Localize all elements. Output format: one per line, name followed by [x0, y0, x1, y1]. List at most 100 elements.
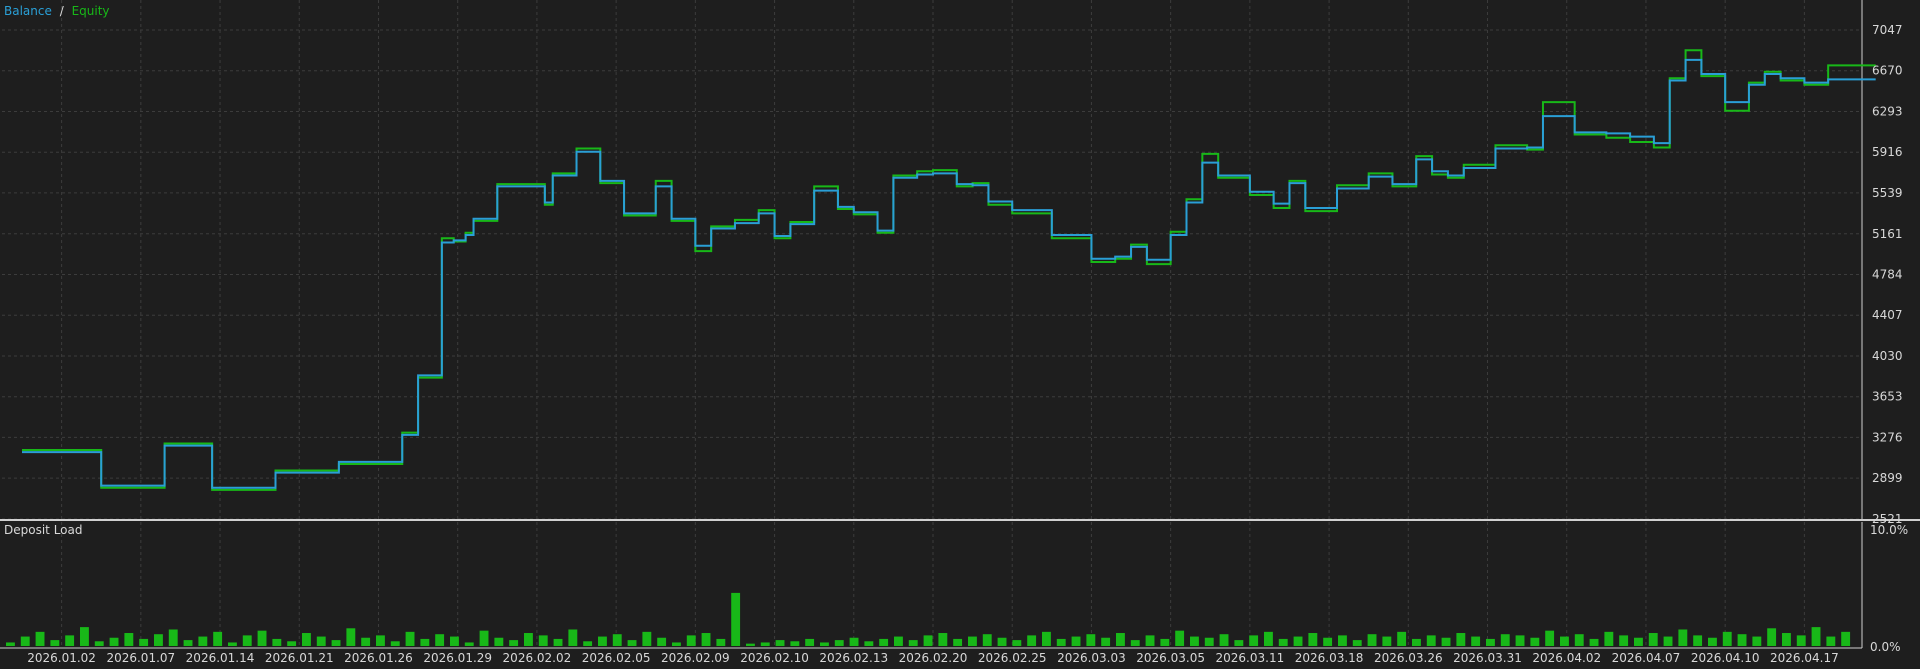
- deposit-load-bar: [997, 637, 1007, 646]
- deposit-load-bar: [316, 636, 326, 646]
- deposit-load-bar: [849, 637, 859, 646]
- deposit-load-bar: [1219, 634, 1229, 646]
- x-tick-label: 2026.01.21: [265, 651, 334, 665]
- deposit-load-bar: [1708, 637, 1717, 646]
- y-tick-label: 3276: [1872, 430, 1903, 444]
- x-tick-label: 2026.03.18: [1295, 651, 1364, 665]
- deposit-load-bar: [1027, 635, 1037, 646]
- deposit-load-bar: [361, 637, 371, 646]
- y-tick-label: 7047: [1872, 23, 1903, 37]
- deposit-load-bar: [598, 636, 607, 646]
- deposit-load-bar: [1722, 631, 1732, 646]
- legend-separator: /: [60, 4, 65, 18]
- y-tick-label: 5161: [1872, 227, 1903, 241]
- deposit-load-bar: [568, 629, 578, 646]
- deposit-load-bar: [154, 634, 163, 646]
- deposit-load-bar: [6, 642, 15, 646]
- deposit-load-bar: [1648, 633, 1658, 646]
- x-tick-label: 2026.02.10: [740, 651, 809, 665]
- deposit-load-bar: [1160, 638, 1170, 646]
- deposit-load-bar: [1323, 637, 1333, 646]
- deposit-load-bar: [1796, 635, 1806, 646]
- deposit-load-bar: [139, 638, 149, 646]
- deposit-load-bar: [953, 638, 963, 646]
- deposit-load-bar: [287, 641, 297, 646]
- deposit-load-bar: [982, 634, 992, 646]
- x-tick-label: 2026.01.29: [423, 651, 492, 665]
- deposit-load-bar: [1086, 634, 1096, 646]
- deposit-load-bar: [35, 631, 45, 646]
- deposit-load-bar: [1293, 636, 1303, 646]
- deposit-load-bar: [65, 635, 75, 646]
- deposit-load-bar: [627, 640, 637, 646]
- deposit-load-bar: [168, 629, 178, 646]
- deposit-load-bar: [923, 635, 933, 646]
- deposit-load-bar: [94, 641, 104, 646]
- deposit-load-bar: [834, 640, 844, 646]
- deposit-load-bar: [746, 643, 755, 646]
- deposit-load-bar: [1204, 637, 1214, 646]
- deposit-load-bar: [1012, 640, 1022, 646]
- deposit-load-bar: [1101, 637, 1111, 646]
- x-tick-label: 2026.01.26: [344, 651, 413, 665]
- deposit-load-bar: [1767, 628, 1777, 646]
- deposit-load-bar: [538, 635, 548, 646]
- deposit-load-bar: [1811, 627, 1821, 646]
- deposit-load-bar: [1056, 638, 1066, 646]
- deposit-load-bar: [820, 642, 829, 646]
- deposit-load-bar: [1737, 634, 1747, 646]
- y-tick-label: 3653: [1872, 390, 1903, 404]
- deposit-load-bar: [1782, 633, 1791, 646]
- x-tick-label: 2026.02.09: [661, 651, 730, 665]
- deposit-load-bar: [1042, 631, 1051, 646]
- deposit-load-bar: [183, 640, 193, 646]
- deposit-load-bar: [686, 635, 696, 646]
- deposit-load-bar: [894, 636, 903, 646]
- deposit-load-bar: [1234, 640, 1244, 646]
- deposit-load-bar: [346, 628, 356, 646]
- deposit-load-bar: [1367, 634, 1377, 646]
- deposit-load-bar: [1471, 636, 1481, 646]
- deposit-load-bar: [509, 640, 519, 646]
- deposit-load-bar: [908, 640, 918, 646]
- y-tick-label: 4030: [1872, 349, 1903, 363]
- y-tick-label: 6293: [1872, 104, 1903, 118]
- deposit-load-bar: [553, 638, 563, 646]
- deposit-load-bar: [257, 630, 267, 646]
- x-tick-label: 2026.03.03: [1057, 651, 1126, 665]
- deposit-load-bar: [731, 592, 741, 646]
- x-tick-label: 2026.01.14: [186, 651, 255, 665]
- deposit-load-bar: [1071, 636, 1081, 646]
- x-tick-label: 2026.04.02: [1532, 651, 1601, 665]
- y-tick-label: 2899: [1872, 471, 1903, 485]
- x-tick-label: 2026.01.02: [27, 651, 96, 665]
- deposit-load-bar: [1264, 631, 1273, 646]
- x-tick-label: 2026.02.13: [819, 651, 888, 665]
- deposit-load-bar: [642, 631, 652, 646]
- x-tick-label: 2026.03.26: [1374, 651, 1443, 665]
- deposit-load-bar: [775, 640, 785, 646]
- deposit-load-bar: [938, 633, 948, 646]
- deposit-load-bar: [331, 640, 341, 646]
- deposit-load-bar: [302, 633, 311, 646]
- legend-balance: Balance: [4, 4, 52, 18]
- x-tick-label: 2026.03.31: [1453, 651, 1522, 665]
- deposit-load-bar: [1826, 636, 1836, 646]
- deposit-load-bar: [1308, 633, 1318, 646]
- y-tick-label: 6670: [1872, 64, 1903, 78]
- deposit-load-bar: [494, 637, 504, 646]
- deposit-load-bar: [198, 636, 208, 646]
- deposit-load-bar: [405, 631, 415, 646]
- x-axis-labels: 2026.01.02 2026.01.07 2026.01.14 2026.01.21…: [27, 651, 1839, 665]
- y-tick-label: 5916: [1872, 145, 1903, 159]
- x-tick-label: 2026.04.17: [1770, 651, 1839, 665]
- legend-equity: Equity: [72, 4, 110, 18]
- deposit-load-bar: [109, 637, 119, 646]
- deposit-max-label: 10.0%: [1870, 523, 1908, 537]
- x-tick-label: 2026.02.20: [899, 651, 968, 665]
- deposit-load-bar: [213, 631, 223, 646]
- deposit-load-bar: [1560, 636, 1569, 646]
- x-tick-label: 2026.03.05: [1136, 651, 1205, 665]
- deposit-load-bar: [790, 641, 800, 646]
- deposit-load-bar: [760, 642, 770, 646]
